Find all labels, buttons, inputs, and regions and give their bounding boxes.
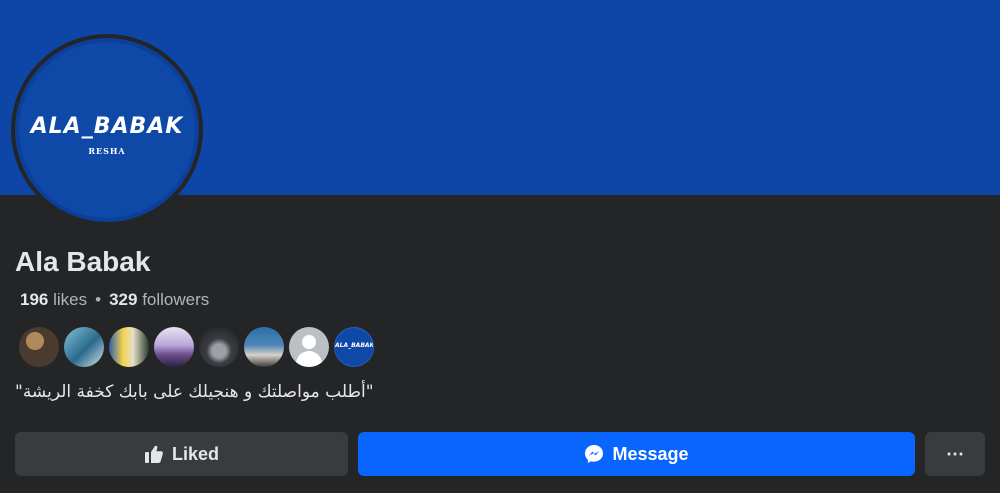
likes-label: likes [53,290,88,309]
profile-logo-subtext: RESHA [88,146,126,156]
page-stats: 196 likes • 329 followers [20,290,209,310]
default-avatar-head-icon [302,335,316,349]
friend-avatar-3[interactable] [109,327,149,367]
likes-count: 196 [20,290,49,309]
followers-link[interactable]: 329 followers [109,290,209,309]
friend-avatar-default[interactable] [289,327,329,367]
liked-button[interactable]: Liked [15,432,348,476]
followers-count: 329 [109,290,138,309]
message-button[interactable]: Message [358,432,915,476]
profile-picture[interactable]: ALA_BABAK RESHA [11,34,203,226]
messenger-icon [584,444,604,464]
friend-avatar-mini-logo: ALA_BABAK [335,342,374,349]
friend-avatar-ala-babak[interactable]: ALA_BABAK [334,327,374,367]
friend-avatar-4[interactable] [154,327,194,367]
likes-link[interactable]: 196 likes [20,290,87,309]
message-label: Message [612,443,689,464]
thumbs-up-icon [144,444,164,464]
followers-label: followers [142,290,210,309]
page-bio: "أطلب مواصلتك و هنجيلك على بابك كخفة الر… [15,382,374,402]
profile-logo-text: ALA_BABAK [30,114,184,139]
friend-avatar-2[interactable] [64,327,104,367]
stats-separator: • [95,290,102,309]
more-options-button[interactable]: ⋯ [925,432,985,476]
more-horizontal-icon: ⋯ [946,443,964,464]
friend-avatar-5[interactable] [199,327,239,367]
page-title: Ala Babak [15,246,151,277]
friend-avatar-6[interactable] [244,327,284,367]
friend-avatar-1[interactable] [19,327,59,367]
default-avatar-body-icon [296,351,322,367]
friends-avatars-row: ALA_BABAK [19,327,379,367]
liked-label: Liked [171,443,219,464]
